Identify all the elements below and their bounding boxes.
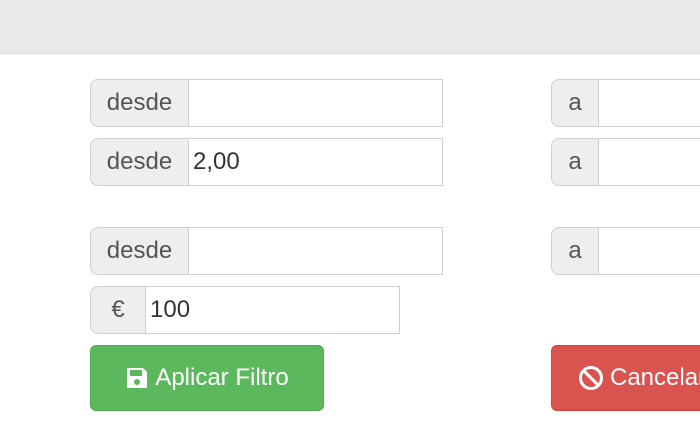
filter-panel: desde a desde a desde a € Ap	[0, 0, 700, 441]
price-input[interactable]	[145, 286, 400, 334]
range-to-input-3[interactable]	[598, 227, 700, 275]
from-addon-label: desde	[90, 79, 188, 127]
range-from-group-1: desde	[90, 79, 443, 127]
to-addon-label: a	[551, 138, 598, 186]
from-addon-label: desde	[90, 138, 188, 186]
to-addon-label: a	[551, 227, 598, 275]
ban-icon	[578, 365, 604, 391]
range-to-group-3: a	[551, 227, 700, 275]
to-addon-label: a	[551, 79, 598, 127]
range-from-input-2[interactable]	[188, 138, 443, 186]
range-from-input-3[interactable]	[188, 227, 443, 275]
currency-addon: €	[90, 286, 145, 334]
range-from-group-3: desde	[90, 227, 443, 275]
cancel-label: Cancelar	[610, 364, 700, 391]
range-to-group-1: a	[551, 79, 700, 127]
range-to-input-1[interactable]	[598, 79, 700, 127]
price-group: €	[90, 286, 400, 334]
apply-filter-button[interactable]: Aplicar Filtro	[90, 345, 324, 411]
range-from-input-1[interactable]	[188, 79, 443, 127]
range-from-group-2: desde	[90, 138, 443, 186]
apply-filter-label: Aplicar Filtro	[155, 364, 289, 391]
range-to-group-2: a	[551, 138, 700, 186]
header-bar	[0, 0, 700, 54]
cancel-button[interactable]: Cancelar	[551, 345, 700, 411]
save-icon	[125, 366, 149, 390]
from-addon-label: desde	[90, 227, 188, 275]
range-to-input-2[interactable]	[598, 138, 700, 186]
